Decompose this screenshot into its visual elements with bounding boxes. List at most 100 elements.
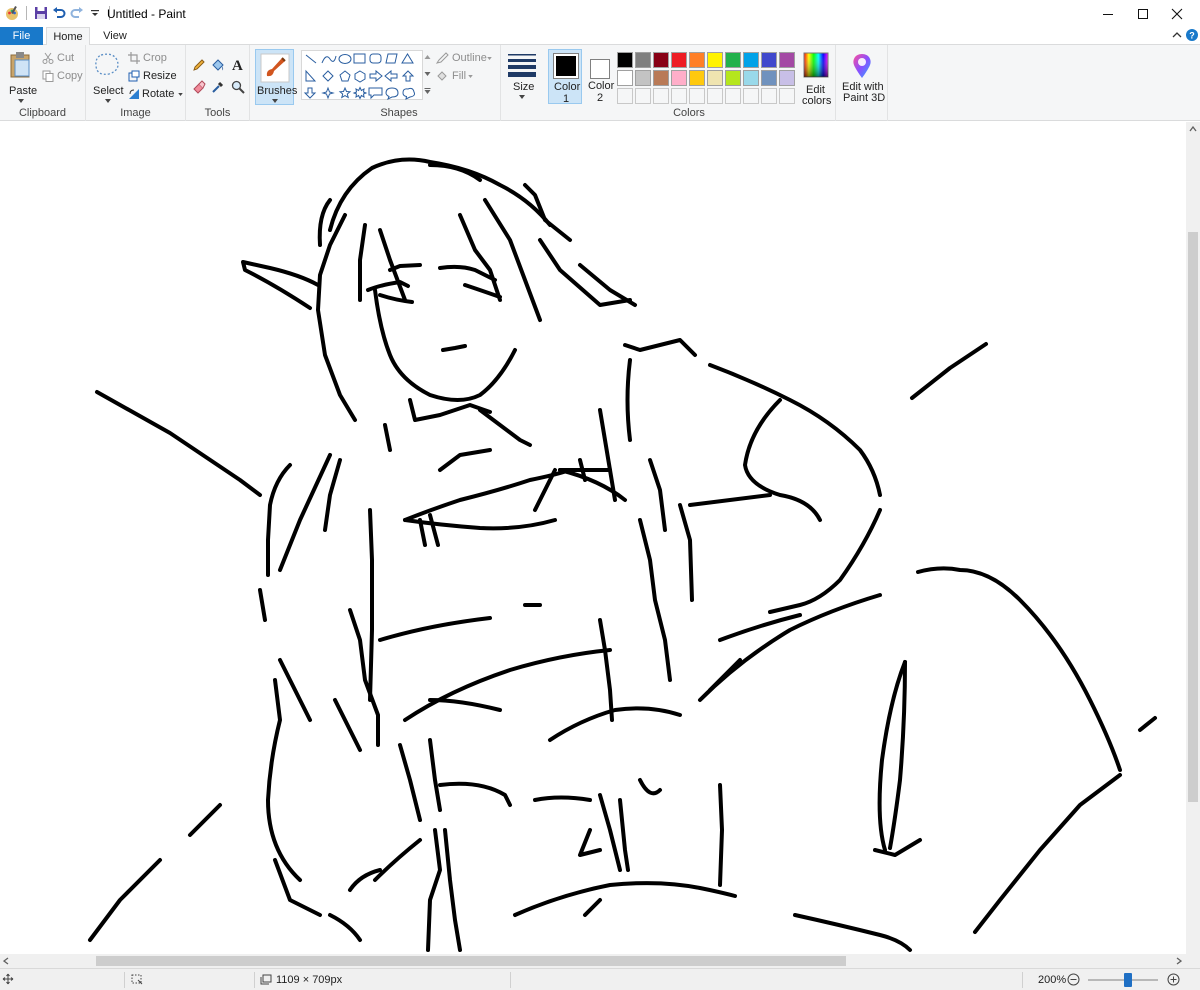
palette-swatch[interactable] (743, 52, 759, 68)
color1-label-line1: Color (554, 81, 581, 93)
zoom-out-icon[interactable] (1067, 973, 1080, 986)
drawing-canvas[interactable] (0, 122, 1186, 954)
palette-swatch[interactable] (617, 70, 633, 86)
redo-icon[interactable] (69, 5, 85, 21)
color2-button[interactable]: Color 2 (585, 49, 615, 104)
undo-icon[interactable] (51, 5, 67, 21)
palette-swatch[interactable] (707, 70, 723, 86)
cut-button[interactable]: Cut (42, 51, 82, 65)
copy-button[interactable]: Copy (42, 69, 83, 83)
scissors-icon (42, 52, 54, 64)
palette-swatch[interactable] (725, 88, 741, 104)
color-picker-icon[interactable] (211, 80, 225, 94)
color1-button[interactable]: Color 1 (548, 49, 582, 105)
brushes-label: Brushes (257, 85, 298, 97)
palette-swatch[interactable] (635, 88, 651, 104)
collapse-ribbon-icon[interactable] (1170, 28, 1184, 42)
palette-swatch[interactable] (689, 70, 705, 86)
horizontal-scroll-thumb[interactable] (96, 956, 846, 966)
palette-swatch[interactable] (707, 52, 723, 68)
scroll-left-arrow-icon[interactable] (3, 957, 9, 965)
palette-swatch[interactable] (725, 52, 741, 68)
edit-with-paint3d-button[interactable]: Edit with Paint 3D (836, 45, 888, 121)
shapes-gallery-scroll[interactable] (422, 50, 431, 100)
zoom-slider-track[interactable] (1088, 979, 1158, 981)
rotate-button[interactable]: Rotate (128, 87, 184, 101)
cut-label: Cut (57, 52, 75, 64)
zoom-slider-thumb[interactable] (1124, 973, 1132, 987)
palette-swatch[interactable] (635, 70, 651, 86)
horizontal-scrollbar[interactable] (0, 954, 1186, 968)
palette-swatch[interactable] (743, 70, 759, 86)
color1-preview (553, 53, 579, 79)
cursor-position-icon (2, 973, 14, 985)
svg-text:?: ? (1189, 31, 1195, 41)
palette-swatch[interactable] (653, 70, 669, 86)
fill-button[interactable]: Fill (436, 69, 486, 83)
outline-button[interactable]: Outline (436, 51, 496, 65)
select-label: Select (93, 85, 124, 97)
palette-swatch[interactable] (671, 88, 687, 104)
brushes-button[interactable]: Brushes (255, 49, 298, 105)
resize-icon (128, 70, 140, 82)
paint-app-icon[interactable] (4, 5, 20, 21)
resize-button[interactable]: Resize (128, 69, 178, 83)
palette-swatch[interactable] (725, 70, 741, 86)
palette-swatch[interactable] (671, 52, 687, 68)
palette-swatch[interactable] (779, 52, 795, 68)
select-button[interactable]: Select (90, 49, 124, 103)
palette-swatch[interactable] (689, 88, 705, 104)
vertical-scrollbar[interactable] (1186, 122, 1200, 954)
expand-gallery-icon (424, 88, 431, 94)
clipboard-group-label: Clipboard (18, 107, 67, 119)
eraser-icon[interactable] (192, 80, 206, 94)
text-icon[interactable]: A (231, 57, 245, 73)
palette-swatch[interactable] (671, 70, 687, 86)
magnifier-icon[interactable] (231, 80, 245, 94)
close-button[interactable] (1154, 0, 1200, 27)
palette-swatch[interactable] (617, 52, 633, 68)
scroll-right-arrow-icon[interactable] (1176, 957, 1182, 965)
paste-button[interactable]: Paste (4, 49, 38, 103)
palette-swatch[interactable] (653, 52, 669, 68)
save-icon[interactable] (33, 5, 49, 21)
rotate-label: Rotate (142, 88, 175, 100)
zoom-in-icon[interactable] (1167, 973, 1180, 986)
shapes-gallery[interactable] (301, 50, 431, 101)
palette-swatch[interactable] (761, 70, 777, 86)
color2-swatch (592, 61, 608, 77)
vertical-scroll-thumb[interactable] (1188, 232, 1198, 802)
chevron-down-icon (18, 99, 24, 103)
palette-swatch[interactable] (689, 52, 705, 68)
edit-colors-button[interactable]: Edit colors (800, 49, 832, 107)
pencil-icon[interactable] (192, 58, 206, 72)
image-size-icon (260, 974, 272, 985)
rotate-icon (129, 89, 139, 99)
palette-swatch[interactable] (779, 70, 795, 86)
image-group: Select Crop Resize Rotate Image (86, 45, 186, 121)
image-group-label: Image (120, 107, 151, 119)
size-button[interactable]: Size (501, 45, 543, 121)
palette-swatch[interactable] (743, 88, 759, 104)
palette-swatch[interactable] (761, 52, 777, 68)
palette-swatch[interactable] (617, 88, 633, 104)
palette-swatch[interactable] (707, 88, 723, 104)
palette-swatch[interactable] (761, 88, 777, 104)
palette-swatch[interactable] (653, 88, 669, 104)
fill-bucket-icon[interactable] (211, 58, 225, 72)
zoom-level: 200% (1038, 974, 1067, 986)
tab-home[interactable]: Home (46, 27, 90, 46)
tab-file[interactable]: File (0, 27, 43, 45)
copy-label: Copy (57, 70, 83, 82)
window-title: Untitled - Paint (107, 7, 186, 21)
resize-label: Resize (143, 70, 177, 82)
fill-icon (437, 71, 447, 81)
tab-view[interactable]: View (94, 27, 136, 45)
palette-swatch[interactable] (635, 52, 651, 68)
scroll-up-arrow-icon[interactable] (1189, 126, 1197, 132)
qat-separator (26, 6, 27, 20)
palette-swatch[interactable] (779, 88, 795, 104)
help-icon[interactable]: ? (1185, 28, 1199, 42)
customize-qat-icon[interactable] (87, 5, 103, 21)
crop-button[interactable]: Crop (128, 51, 178, 65)
